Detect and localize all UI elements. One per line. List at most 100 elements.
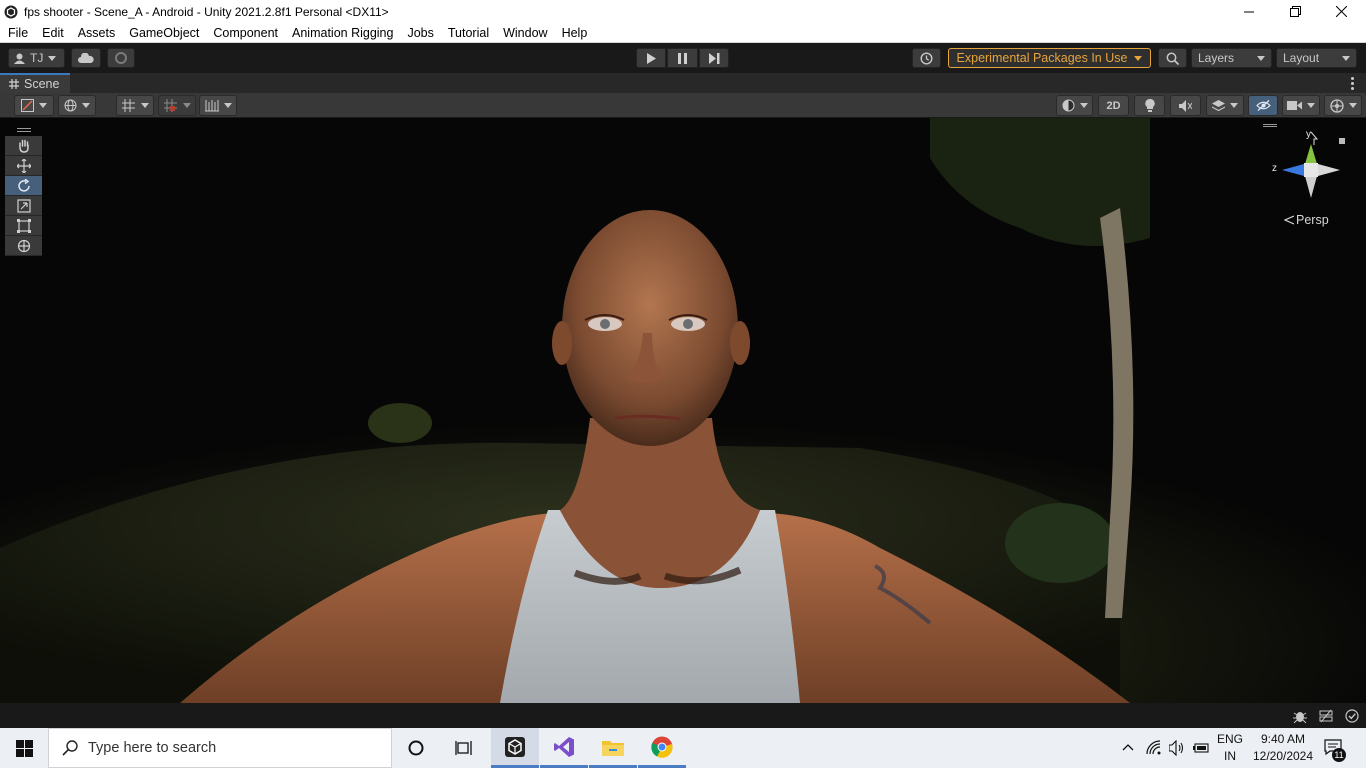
experimental-packages-dropdown[interactable]: Experimental Packages In Use — [948, 48, 1151, 68]
cortana-circle-icon — [408, 740, 424, 756]
menu-help[interactable]: Help — [555, 26, 595, 40]
more-dots-icon — [1350, 76, 1354, 80]
layers-dropdown[interactable]: Layers — [1191, 48, 1272, 68]
toggle-2d-button[interactable]: 2D — [1098, 95, 1129, 116]
chevron-down-icon — [1307, 103, 1315, 108]
task-view-button[interactable] — [440, 728, 488, 768]
scene-tab-bar: Scene — [0, 73, 1366, 93]
cortana-button[interactable] — [392, 728, 440, 768]
progress-check-icon[interactable] — [1345, 709, 1359, 723]
hidden-eye-icon — [1255, 100, 1271, 111]
minimize-button[interactable] — [1226, 0, 1272, 23]
taskbar-clock[interactable]: 9:40 AM 12/20/2024 — [1250, 731, 1316, 765]
search-button[interactable] — [1158, 48, 1187, 68]
menu-tutorial[interactable]: Tutorial — [441, 26, 496, 40]
account-icon — [14, 53, 25, 64]
menu-edit[interactable]: Edit — [35, 26, 71, 40]
chevron-down-icon — [1134, 55, 1143, 61]
notification-center-button[interactable]: 11 — [1320, 736, 1350, 762]
volume-icon[interactable] — [1169, 740, 1186, 756]
language-code: ENG — [1216, 732, 1243, 746]
orientation-gizmo[interactable] — [1268, 130, 1348, 212]
transform-tool-button[interactable] — [5, 236, 42, 256]
close-button[interactable] — [1318, 0, 1364, 23]
hand-tool-button[interactable] — [5, 136, 42, 156]
taskbar-file-explorer[interactable] — [589, 728, 637, 768]
audio-toggle-button[interactable] — [1170, 95, 1201, 116]
search-icon — [62, 740, 78, 756]
z-axis-cone[interactable] — [1282, 164, 1304, 176]
restore-icon — [1289, 6, 1301, 17]
grid-snap-dropdown[interactable] — [116, 95, 154, 116]
cloud-button[interactable] — [71, 48, 101, 68]
history-icon — [920, 51, 933, 65]
taskbar-search-placeholder: Type here to search — [88, 740, 217, 756]
lighting-toggle-button[interactable] — [1134, 95, 1165, 116]
rect-tool-button[interactable] — [5, 216, 42, 236]
restore-button[interactable] — [1272, 0, 1318, 23]
effects-dropdown[interactable] — [1206, 95, 1244, 116]
taskbar-unity[interactable] — [491, 728, 539, 768]
history-button[interactable] — [912, 48, 941, 68]
shading-sphere-icon — [1062, 99, 1074, 112]
wifi-icon[interactable] — [1146, 740, 1162, 756]
taskbar-visual-studio[interactable] — [540, 728, 588, 768]
gizmos-dropdown[interactable] — [1324, 95, 1362, 116]
window-title: fps shooter - Scene_A - Android - Unity … — [24, 4, 389, 19]
camera-settings-dropdown[interactable] — [1282, 95, 1320, 116]
scale-icon — [16, 198, 31, 213]
shading-dropdown[interactable] — [1056, 95, 1093, 116]
rotate-tool-button[interactable] — [5, 176, 42, 196]
draw-mode-dropdown[interactable] — [14, 95, 54, 116]
gizmo-handle[interactable] — [1256, 123, 1284, 129]
battery-icon[interactable] — [1193, 742, 1209, 754]
increment-snap-dropdown[interactable] — [158, 95, 196, 116]
language-region: IN — [1224, 749, 1236, 763]
menu-file[interactable]: File — [0, 26, 35, 40]
menu-jobs[interactable]: Jobs — [400, 26, 440, 40]
menu-bar: File Edit Assets GameObject Component An… — [0, 23, 1366, 43]
scene-viewport[interactable]: y z Persp — [0, 118, 1366, 703]
grid-visibility-dropdown[interactable] — [199, 95, 237, 116]
x-axis-cone[interactable] — [1318, 164, 1340, 176]
debug-bug-icon[interactable] — [1293, 709, 1307, 723]
menu-assets[interactable]: Assets — [71, 26, 123, 40]
bush-right-shape — [1005, 503, 1115, 583]
chevron-down-icon — [182, 103, 191, 108]
down-axis-cone[interactable] — [1305, 176, 1317, 198]
tab-menu-button[interactable] — [1346, 76, 1358, 90]
taskbar-search-box[interactable]: Type here to search — [48, 728, 392, 768]
taskbar-chrome[interactable] — [638, 728, 686, 768]
layout-dropdown[interactable]: Layout — [1276, 48, 1357, 68]
menu-gameobject[interactable]: GameObject — [122, 26, 206, 40]
cache-server-icon[interactable] — [1319, 709, 1333, 723]
menu-window[interactable]: Window — [496, 26, 554, 40]
pause-button[interactable] — [667, 48, 698, 68]
search-icon — [1166, 52, 1179, 65]
windows-logo-icon — [15, 739, 33, 757]
gizmo-center-cube[interactable] — [1304, 163, 1318, 177]
step-button[interactable] — [699, 48, 729, 68]
scale-tool-button[interactable] — [5, 196, 42, 216]
chevron-up-icon[interactable] — [1122, 743, 1134, 751]
menu-component[interactable]: Component — [206, 26, 285, 40]
transform-icon — [17, 239, 30, 252]
tab-scene[interactable]: Scene — [0, 73, 70, 93]
chevron-down-icon — [1257, 55, 1265, 61]
y-axis-cone[interactable] — [1305, 144, 1317, 164]
account-dropdown[interactable]: TJ — [8, 48, 65, 68]
start-button[interactable] — [0, 728, 48, 768]
tool-palette-handle[interactable] — [5, 126, 42, 134]
play-button[interactable] — [636, 48, 666, 68]
language-indicator[interactable]: ENG IN — [1216, 731, 1244, 765]
render-mode-dropdown[interactable] — [58, 95, 96, 116]
projection-toggle[interactable]: Persp — [1284, 213, 1329, 227]
account-label: TJ — [30, 51, 44, 65]
collab-button[interactable] — [107, 48, 135, 68]
scene-visibility-toggle[interactable] — [1248, 95, 1278, 116]
menu-animation-rigging[interactable]: Animation Rigging — [285, 26, 400, 40]
gizmo-z-label: z — [1272, 163, 1277, 174]
chevron-down-icon — [1342, 55, 1350, 61]
move-tool-button[interactable] — [5, 156, 42, 176]
experimental-packages-label: Experimental Packages In Use — [956, 51, 1128, 65]
